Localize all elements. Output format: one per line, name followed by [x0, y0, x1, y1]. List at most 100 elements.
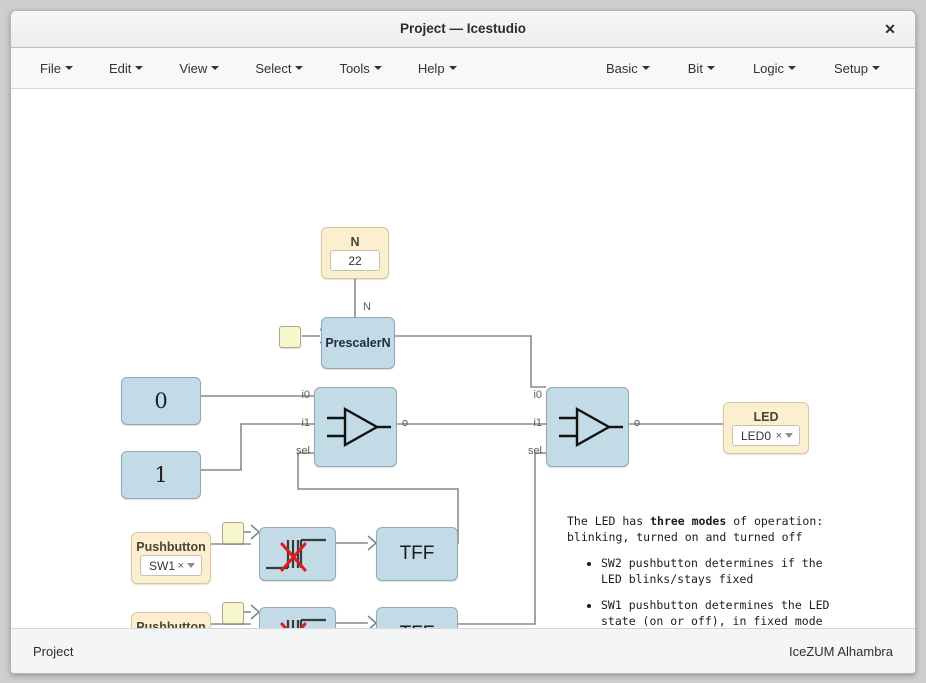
- comment-line-1: The LED has three modes of operation:: [567, 514, 829, 530]
- title-bar: Project — Icestudio ✕: [11, 11, 915, 48]
- input-port-clock-prescaler[interactable]: [279, 326, 301, 348]
- menu-basic[interactable]: Basic: [595, 56, 661, 81]
- prescaler-label: PrescalerN: [325, 336, 391, 350]
- menu-bit-label: Bit: [687, 60, 703, 76]
- menu-bit[interactable]: Bit: [677, 56, 726, 81]
- block-prescaler-n[interactable]: PrescalerN: [321, 317, 395, 369]
- pin-mux2-i1: i1: [533, 417, 542, 429]
- input-arrow-tff2: [367, 615, 378, 628]
- comment-block[interactable]: The LED has three modes of operation: bl…: [567, 514, 829, 628]
- menu-view-label: View: [179, 60, 208, 76]
- menu-tools-label: Tools: [339, 60, 370, 76]
- menu-help[interactable]: Help: [407, 56, 468, 81]
- menu-logic[interactable]: Logic: [742, 56, 807, 81]
- pin-mux2-o: o: [634, 417, 641, 429]
- pin-mux1-sel: sel: [295, 445, 310, 457]
- menu-view[interactable]: View: [168, 56, 230, 81]
- menu-right-group: Basic Bit Logic Setup: [595, 56, 915, 81]
- pin-mux1-o: o: [402, 417, 409, 429]
- schematic-canvas[interactable]: N 22 PrescalerN N 0 1 i0 i1 sel o i0 i1 …: [11, 89, 915, 628]
- menu-edit[interactable]: Edit: [98, 56, 154, 81]
- block-pushbutton-sw1[interactable]: Pushbutton SW1 ×: [131, 532, 211, 584]
- chevron-down-icon: [641, 66, 650, 71]
- led-title: LED: [753, 410, 779, 424]
- wire-prescaler-to-mux2-i0: [395, 335, 546, 388]
- menu-file-label: File: [40, 60, 61, 76]
- input-arrow-tff1: [367, 535, 378, 551]
- block-const-1[interactable]: 1: [121, 451, 201, 499]
- const-0-label: 0: [154, 389, 168, 413]
- menu-setup-label: Setup: [834, 60, 868, 76]
- tff2-label: TFF: [377, 608, 457, 628]
- input-port-clock-debounce1[interactable]: [222, 522, 244, 544]
- block-param-n[interactable]: N 22: [321, 227, 389, 279]
- led-select[interactable]: LED0 ×: [732, 425, 800, 446]
- chevron-down-icon: [706, 66, 715, 71]
- param-n-input[interactable]: 22: [330, 250, 380, 271]
- comment-bullet-2-line-2: state (on or off), in fixed mode: [601, 613, 823, 628]
- comment-line1-c: of operation:: [726, 514, 824, 528]
- comment-bullet-1-line-2: LED blinks/stays fixed: [601, 571, 754, 586]
- block-pushbutton-sw2[interactable]: Pushbutton SW2 ×: [131, 612, 211, 628]
- pushbutton-sw1-value: SW1: [149, 558, 176, 573]
- comment-bullet-2-line-1: SW1 pushbutton determines the LED: [601, 598, 830, 613]
- window-title: Project — Icestudio: [399, 21, 527, 36]
- menu-select-label: Select: [255, 60, 292, 76]
- app-window: Project — Icestudio ✕ File Edit View Sel…: [10, 10, 916, 674]
- menu-help-label: Help: [417, 60, 445, 76]
- comment-line1-b: three modes: [650, 514, 727, 528]
- close-icon[interactable]: ✕: [875, 11, 905, 47]
- menu-select[interactable]: Select: [244, 56, 314, 81]
- pin-prescaler-n: N: [363, 301, 371, 313]
- debounce-icon: [266, 538, 326, 572]
- menu-tools[interactable]: Tools: [328, 56, 392, 81]
- menu-edit-label: Edit: [108, 60, 132, 76]
- screenshot-root: Project — Icestudio ✕ File Edit View Sel…: [0, 0, 926, 683]
- block-debounce-2[interactable]: [259, 607, 336, 628]
- block-tff-2[interactable]: TFF: [376, 607, 458, 628]
- chevron-down-icon[interactable]: [785, 433, 793, 438]
- clear-icon[interactable]: ×: [178, 560, 187, 572]
- chevron-down-icon: [373, 66, 382, 71]
- menu-basic-label: Basic: [605, 60, 638, 76]
- menu-setup[interactable]: Setup: [823, 56, 891, 81]
- debounce-icon: [280, 618, 326, 628]
- chevron-down-icon: [64, 66, 73, 71]
- param-n-value: 22: [348, 253, 362, 268]
- pushbutton-sw1-select[interactable]: SW1 ×: [140, 555, 202, 576]
- block-led[interactable]: LED LED0 ×: [723, 402, 809, 454]
- comment-line-2: blinking, turned on and turned off: [567, 529, 803, 544]
- menu-file[interactable]: File: [29, 56, 84, 81]
- block-mux-2[interactable]: [546, 387, 629, 467]
- block-mux-1[interactable]: [314, 387, 397, 467]
- menu-bar: File Edit View Select Tools Help Basic B…: [11, 48, 915, 89]
- chevron-down-icon: [448, 66, 457, 71]
- comment-line1-a: The LED has: [567, 514, 651, 528]
- const-1-label: 1: [154, 463, 168, 487]
- chevron-down-icon: [788, 66, 797, 71]
- comment-bullet-1: SW2 pushbutton determines if the LED bli…: [601, 556, 829, 587]
- block-const-0[interactable]: 0: [121, 377, 201, 425]
- comment-bullet-1-line-1: SW2 pushbutton determines if the: [601, 556, 823, 571]
- mux-icon: [327, 406, 391, 448]
- block-tff-1[interactable]: TFF: [376, 527, 458, 581]
- chevron-down-icon: [872, 66, 880, 71]
- menu-left-group: File Edit View Select Tools Help: [11, 56, 482, 81]
- input-arrow-debounce1: [250, 524, 261, 540]
- status-board-name: IceZUM Alhambra: [788, 643, 893, 659]
- param-n-title: N: [350, 235, 360, 249]
- clear-icon[interactable]: ×: [776, 430, 785, 442]
- wire-tff2-to-mux2-sel: [448, 452, 546, 625]
- input-port-clock-debounce2[interactable]: [222, 602, 244, 624]
- chevron-down-icon: [135, 66, 144, 71]
- comment-bullet-2: SW1 pushbutton determines the LED state …: [601, 598, 829, 628]
- pin-mux1-i0: i0: [301, 389, 310, 401]
- pin-mux2-sel: sel: [527, 445, 542, 457]
- led-value: LED0: [741, 428, 772, 443]
- chevron-down-icon: [295, 66, 304, 71]
- input-arrow-debounce2: [250, 604, 261, 620]
- pin-mux2-i0: i0: [533, 389, 542, 401]
- pushbutton-sw2-title: Pushbutton: [136, 620, 206, 628]
- chevron-down-icon[interactable]: [187, 563, 195, 568]
- block-debounce-1[interactable]: [259, 527, 336, 581]
